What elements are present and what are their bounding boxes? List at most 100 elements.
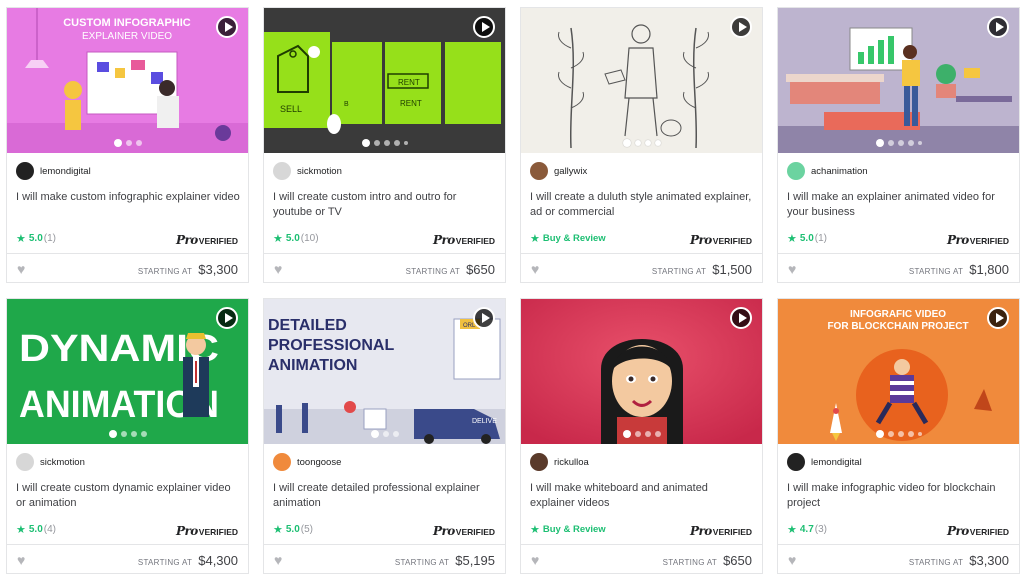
gig-thumbnail[interactable]: DETAILED PROFESSIONAL ANIMATION ORL DELI… [264, 299, 505, 444]
play-icon[interactable] [216, 307, 238, 329]
play-icon[interactable] [473, 307, 495, 329]
play-icon[interactable] [216, 16, 238, 38]
heart-icon[interactable]: ♥ [531, 553, 545, 567]
avatar[interactable] [787, 453, 805, 471]
carousel-dot[interactable] [907, 140, 914, 146]
price[interactable]: $3,300 [198, 262, 238, 277]
avatar[interactable] [530, 453, 548, 471]
carousel-dot[interactable] [887, 140, 894, 146]
buy-review-link[interactable]: Buy & Review [543, 524, 606, 535]
avatar[interactable] [273, 162, 291, 180]
carousel-dot[interactable] [361, 139, 370, 147]
carousel-dot[interactable] [654, 431, 661, 437]
heart-icon[interactable]: ♥ [17, 553, 31, 567]
buy-review-link[interactable]: Buy & Review [543, 233, 606, 244]
price[interactable]: $5,195 [455, 553, 495, 568]
price[interactable]: $650 [723, 553, 752, 568]
carousel-dots[interactable] [264, 430, 505, 438]
rating[interactable]: ★ Buy & Review [530, 523, 606, 536]
seller-name[interactable]: sickmotion [297, 166, 342, 177]
carousel-dot[interactable] [875, 430, 884, 438]
carousel-dot[interactable] [370, 430, 379, 438]
rating[interactable]: ★ Buy & Review [530, 232, 606, 245]
price-block[interactable]: STARTING AT $5,195 [395, 553, 495, 568]
gig-thumbnail[interactable] [521, 8, 762, 153]
gig-thumbnail[interactable]: DYNAMIC ANIMATION [7, 299, 248, 444]
gig-card[interactable]: achanimation I will make an explainer an… [777, 7, 1020, 283]
heart-icon[interactable]: ♥ [274, 553, 288, 567]
seller-info[interactable]: achanimation [787, 162, 868, 180]
gig-card[interactable]: gallywix I will create a duluth style an… [520, 7, 763, 283]
price-block[interactable]: STARTING AT $650 [663, 553, 752, 568]
seller-name[interactable]: toongoose [297, 457, 341, 468]
seller-info[interactable]: lemondigital [787, 453, 862, 471]
carousel-dot[interactable] [644, 140, 651, 146]
gig-thumbnail[interactable]: SELL RENT RENT B [264, 8, 505, 153]
heart-icon[interactable]: ♥ [531, 262, 545, 276]
gig-title[interactable]: I will make an explainer animated video … [787, 190, 1012, 220]
carousel-dot[interactable] [135, 140, 142, 146]
carousel-dot[interactable] [140, 431, 147, 437]
carousel-dot[interactable] [125, 140, 132, 146]
avatar[interactable] [273, 453, 291, 471]
gig-title[interactable]: I will make custom infographic explainer… [16, 190, 241, 205]
carousel-dots[interactable] [521, 430, 762, 438]
price[interactable]: $650 [466, 262, 495, 277]
gig-card[interactable]: SELL RENT RENT B sickmotion I will creat… [263, 7, 506, 283]
seller-name[interactable]: lemondigital [811, 457, 862, 468]
price-block[interactable]: STARTING AT $1,500 [652, 262, 752, 277]
gig-thumbnail[interactable] [521, 299, 762, 444]
gig-card[interactable]: CUSTOM INFOGRAPHIC EXPLAINER VIDEO lemon… [6, 7, 249, 283]
play-icon[interactable] [730, 307, 752, 329]
price-block[interactable]: STARTING AT $3,300 [909, 553, 1009, 568]
gig-card[interactable]: rickulloa I will make whiteboard and ani… [520, 298, 763, 574]
carousel-dot[interactable] [897, 140, 904, 146]
seller-info[interactable]: rickulloa [530, 453, 589, 471]
carousel-dot[interactable] [907, 431, 914, 437]
price[interactable]: $4,300 [198, 553, 238, 568]
seller-name[interactable]: sickmotion [40, 457, 85, 468]
price[interactable]: $1,800 [969, 262, 1009, 277]
avatar[interactable] [530, 162, 548, 180]
carousel-dot[interactable] [897, 431, 904, 437]
play-icon[interactable] [473, 16, 495, 38]
carousel-dots[interactable] [521, 139, 762, 147]
carousel-dots[interactable] [7, 430, 248, 438]
gig-title[interactable]: I will create a duluth style animated ex… [530, 190, 755, 220]
seller-info[interactable]: gallywix [530, 162, 587, 180]
gig-title[interactable]: I will create custom intro and outro for… [273, 190, 498, 220]
carousel-dots[interactable] [264, 139, 505, 147]
carousel-dot[interactable] [622, 139, 631, 147]
avatar[interactable] [787, 162, 805, 180]
gig-card[interactable]: INFOGRAFIC VIDEO FOR BLOCKCHAIN PROJECT … [777, 298, 1020, 574]
carousel-dot[interactable] [644, 431, 651, 437]
carousel-dot[interactable] [634, 140, 641, 146]
play-icon[interactable] [730, 16, 752, 38]
gig-title[interactable]: I will create detailed professional expl… [273, 481, 498, 511]
price[interactable]: $3,300 [969, 553, 1009, 568]
carousel-dot[interactable] [622, 430, 631, 438]
heart-icon[interactable]: ♥ [274, 262, 288, 276]
seller-info[interactable]: sickmotion [16, 453, 85, 471]
carousel-dot[interactable] [634, 431, 641, 437]
gig-title[interactable]: I will create custom dynamic explainer v… [16, 481, 241, 511]
carousel-dot[interactable] [887, 431, 894, 437]
gig-thumbnail[interactable]: CUSTOM INFOGRAPHIC EXPLAINER VIDEO [7, 8, 248, 153]
carousel-dot[interactable] [917, 141, 922, 145]
avatar[interactable] [16, 162, 34, 180]
heart-icon[interactable]: ♥ [17, 262, 31, 276]
carousel-dot[interactable] [120, 431, 127, 437]
gig-thumbnail[interactable]: INFOGRAFIC VIDEO FOR BLOCKCHAIN PROJECT [778, 299, 1019, 444]
gig-thumbnail[interactable] [778, 8, 1019, 153]
price-block[interactable]: STARTING AT $3,300 [138, 262, 238, 277]
seller-name[interactable]: achanimation [811, 166, 868, 177]
seller-name[interactable]: rickulloa [554, 457, 589, 468]
gig-card[interactable]: DYNAMIC ANIMATION sickmotion I will crea… [6, 298, 249, 574]
seller-info[interactable]: lemondigital [16, 162, 91, 180]
carousel-dot[interactable] [382, 431, 389, 437]
price-block[interactable]: STARTING AT $4,300 [138, 553, 238, 568]
carousel-dot[interactable] [917, 432, 922, 436]
heart-icon[interactable]: ♥ [788, 262, 802, 276]
play-icon[interactable] [987, 307, 1009, 329]
carousel-dots[interactable] [7, 139, 248, 147]
